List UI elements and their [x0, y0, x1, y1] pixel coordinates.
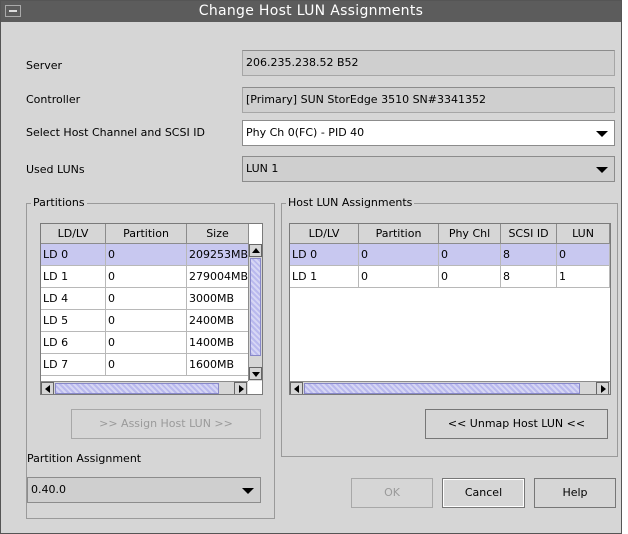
- table-cell: 0: [106, 332, 187, 354]
- scroll-left-button[interactable]: [290, 382, 303, 394]
- table-cell: 0: [106, 244, 187, 266]
- unmap-host-lun-button[interactable]: << Unmap Host LUN <<: [425, 409, 608, 439]
- col-header-ldlv[interactable]: LD/LV: [290, 224, 359, 244]
- arrow-right-icon: [601, 385, 606, 393]
- table-cell: 1600MB: [187, 354, 249, 376]
- table-cell: LD 0: [290, 244, 359, 266]
- table-cell: LD 7: [41, 354, 106, 376]
- dialog-window: Change Host LUN Assignments Server 206.2…: [0, 0, 622, 534]
- title-bar: Change Host LUN Assignments: [1, 1, 621, 22]
- controller-field: [Primary] SUN StorEdge 3510 SN#3341352: [242, 87, 615, 113]
- table-cell: 0: [106, 354, 187, 376]
- partitions-table: LD/LV Partition Size LD 0 0 209253MB LD …: [40, 223, 263, 395]
- arrow-left-icon: [45, 385, 50, 393]
- partitions-group-title: Partitions: [31, 196, 87, 209]
- table-cell: 1: [557, 266, 610, 288]
- table-cell: 0: [359, 266, 439, 288]
- table-cell: 0: [359, 244, 439, 266]
- partitions-group: Partitions LD/LV Partition Size LD 0 0 2…: [26, 196, 275, 519]
- used-luns-select[interactable]: LUN 1: [242, 156, 615, 182]
- host-lun-horizontal-scrollbar[interactable]: [290, 381, 610, 394]
- partitions-vertical-scrollbar[interactable]: [248, 244, 262, 381]
- chevron-down-icon: [596, 131, 608, 137]
- col-header-lun[interactable]: LUN: [557, 224, 610, 244]
- arrow-right-icon: [239, 385, 244, 393]
- channel-select[interactable]: Phy Ch 0(FC) - PID 40: [242, 120, 615, 146]
- scroll-right-button[interactable]: [596, 382, 609, 394]
- arrow-down-icon: [252, 372, 260, 377]
- arrow-left-icon: [294, 385, 299, 393]
- col-header-partition[interactable]: Partition: [106, 224, 187, 244]
- partition-assignment-label: Partition Assignment: [27, 452, 142, 465]
- scroll-thumb[interactable]: [55, 383, 219, 394]
- col-header-size[interactable]: Size: [187, 224, 249, 244]
- table-cell: 0: [439, 266, 501, 288]
- host-lun-table: LD/LV Partition Phy Chl SCSI ID LUN LD 0…: [289, 223, 611, 395]
- partitions-horizontal-scrollbar[interactable]: [41, 381, 248, 394]
- table-row[interactable]: LD 0 0 209253MB: [41, 244, 249, 266]
- table-cell: LD 0: [41, 244, 106, 266]
- arrow-up-icon: [252, 248, 260, 253]
- used-luns-select-value: LUN 1: [246, 162, 279, 175]
- table-cell: LD 1: [41, 266, 106, 288]
- table-cell: 0: [106, 310, 187, 332]
- used-luns-label: Used LUNs: [26, 163, 85, 176]
- col-header-ldlv[interactable]: LD/LV: [41, 224, 106, 244]
- channel-select-value: Phy Ch 0(FC) - PID 40: [246, 126, 365, 139]
- table-cell: 0: [106, 266, 187, 288]
- channel-label: Select Host Channel and SCSI ID: [26, 126, 205, 139]
- scroll-right-button[interactable]: [234, 382, 247, 394]
- table-cell: 0: [106, 288, 187, 310]
- cancel-button[interactable]: Cancel: [442, 478, 525, 508]
- table-row[interactable]: LD 6 0 1400MB: [41, 332, 249, 354]
- ok-button[interactable]: OK: [351, 478, 433, 508]
- host-lun-table-header: LD/LV Partition Phy Chl SCSI ID LUN: [290, 224, 610, 244]
- table-cell: LD 5: [41, 310, 106, 332]
- scroll-up-button[interactable]: [249, 244, 262, 257]
- help-button[interactable]: Help: [534, 478, 616, 508]
- table-cell: 8: [501, 244, 557, 266]
- table-cell: LD 1: [290, 266, 359, 288]
- table-cell: 8: [501, 266, 557, 288]
- table-row[interactable]: LD 1 0 279004MB: [41, 266, 249, 288]
- table-cell: 279004MB: [187, 266, 249, 288]
- table-cell: 209253MB: [187, 244, 249, 266]
- col-header-phy-chl[interactable]: Phy Chl: [439, 224, 501, 244]
- table-row[interactable]: LD 0 0 0 8 0: [290, 244, 610, 266]
- assign-host-lun-button[interactable]: >> Assign Host LUN >>: [71, 409, 261, 439]
- window-title: Change Host LUN Assignments: [198, 3, 424, 19]
- table-row[interactable]: LD 1 0 0 8 1: [290, 266, 610, 288]
- table-cell: LD 6: [41, 332, 106, 354]
- col-header-scsi-id[interactable]: SCSI ID: [501, 224, 557, 244]
- table-cell: LD 4: [41, 288, 106, 310]
- partitions-table-header: LD/LV Partition Size: [41, 224, 249, 244]
- controller-label: Controller: [26, 93, 81, 106]
- table-cell: 2400MB: [187, 310, 249, 332]
- table-row[interactable]: LD 4 0 3000MB: [41, 288, 249, 310]
- table-cell: 0: [439, 244, 501, 266]
- chevron-down-icon: [596, 167, 608, 173]
- chevron-down-icon: [242, 488, 254, 494]
- scroll-left-button[interactable]: [41, 382, 54, 394]
- host-lun-group: Host LUN Assignments LD/LV Partition Phy…: [281, 196, 618, 457]
- table-row[interactable]: LD 5 0 2400MB: [41, 310, 249, 332]
- server-field: 206.235.238.52 B52: [242, 50, 615, 76]
- server-label: Server: [26, 59, 63, 72]
- table-cell: 0: [557, 244, 610, 266]
- partition-assignment-value: 0.40.0: [31, 483, 66, 496]
- partition-assignment-select[interactable]: 0.40.0: [27, 477, 261, 503]
- scroll-down-button[interactable]: [249, 367, 262, 380]
- table-cell: 3000MB: [187, 288, 249, 310]
- scroll-thumb[interactable]: [250, 258, 261, 356]
- host-lun-group-title: Host LUN Assignments: [286, 196, 415, 209]
- table-cell: 1400MB: [187, 332, 249, 354]
- scroll-thumb[interactable]: [304, 383, 580, 394]
- col-header-partition[interactable]: Partition: [359, 224, 439, 244]
- table-row[interactable]: LD 7 0 1600MB: [41, 354, 249, 376]
